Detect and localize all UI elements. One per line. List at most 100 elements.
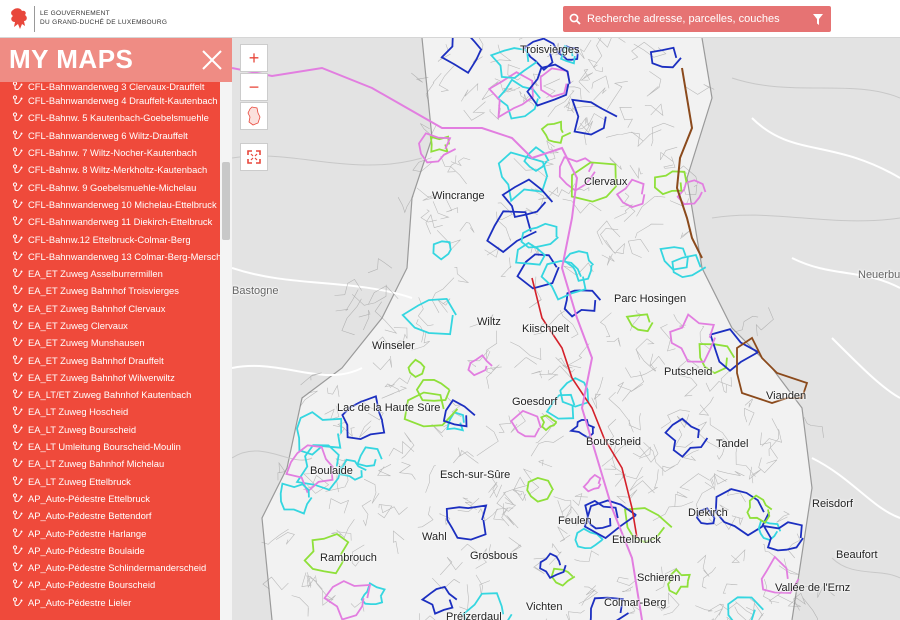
- walking-route-icon: [12, 233, 23, 243]
- zoom-out-button[interactable]: −: [240, 73, 268, 101]
- app-header: Le Gouvernement du Grand-Duché de Luxemb…: [0, 0, 900, 38]
- list-item[interactable]: AP_Auto-Pédestre Harlange: [0, 524, 220, 541]
- zoom-in-button[interactable]: +: [240, 44, 268, 72]
- walking-route-icon: [12, 130, 23, 139]
- country-extent-button[interactable]: [240, 102, 268, 130]
- list-item[interactable]: CFL-Bahnwanderweg 3 Clervaux-Drauffelt: [0, 82, 220, 92]
- fullscreen-button[interactable]: [240, 143, 268, 171]
- panel-scrollbar[interactable]: [220, 82, 232, 620]
- list-item[interactable]: AP_Auto-Pédestre Ettelbruck: [0, 490, 220, 507]
- government-logo-text: Le Gouvernement du Grand-Duché de Luxemb…: [40, 9, 167, 27]
- place-label: Boulaide: [310, 465, 353, 477]
- place-label: Vallée de l'Ernz: [775, 582, 851, 594]
- list-item-label: EA_LT/ET Zuweg Bahnhof Kautenbach: [28, 389, 192, 401]
- list-item-label: EA_ET Zuweg Bahnhof Clervaux: [28, 302, 166, 314]
- list-item[interactable]: EA_ET Zuweg Bahnhof Drauffelt: [0, 351, 220, 368]
- list-item[interactable]: CFL-Bahnwanderweg 10 Michelau-Ettelbruck: [0, 196, 220, 213]
- list-item[interactable]: EA_ET Zuweg Bahnhof Clervaux: [0, 300, 220, 317]
- walking-route-icon: [12, 199, 23, 208]
- walking-route-icon: [12, 82, 23, 91]
- list-item-label: EA_LT Zuweg Hoscheid: [28, 406, 129, 418]
- list-item[interactable]: AP_Auto-Pédestre Bourscheid: [0, 576, 220, 593]
- list-item[interactable]: EA_ET Zuweg Bahnhof Wilwerwiltz: [0, 369, 220, 386]
- list-item-label: EA_LT Zuweg Bahnhof Michelau: [28, 458, 165, 470]
- place-label: Winseler: [372, 340, 415, 352]
- list-item[interactable]: AP_Auto-Pédestre Lieler: [0, 594, 220, 611]
- place-label: Esch-sur-Sûre: [440, 469, 511, 481]
- list-item[interactable]: CFL-Bahnw. 8 Wiltz-Merkholtz-Kautenbach: [0, 161, 220, 178]
- list-item[interactable]: EA_LT/ET Zuweg Bahnhof Kautenbach: [0, 386, 220, 403]
- walking-route-icon: [12, 424, 23, 433]
- walking-route-icon: [12, 320, 23, 330]
- place-label: Vichten: [526, 601, 563, 613]
- place-label: Kiischpelt: [522, 323, 570, 335]
- map-canvas[interactable]: Troisvierges Clervaux Wincrange Neuerburg Ba…: [232, 38, 900, 620]
- lion-logo-icon[interactable]: [8, 6, 30, 32]
- close-icon[interactable]: [201, 49, 223, 71]
- list-item[interactable]: CFL-Bahnw. 5 Kautenbach-Goebelsmuehle: [0, 109, 220, 126]
- place-label: Colmar-Berg: [604, 597, 667, 609]
- list-item-label: AP_Auto-Pédestre Lieler: [28, 596, 132, 608]
- logo-line-1: Le Gouvernement: [40, 10, 110, 17]
- list-item[interactable]: AP_Auto-Pédestre Schlindermanderscheid: [0, 559, 220, 576]
- logo-divider: [34, 6, 35, 32]
- walking-route-icon: [12, 147, 23, 157]
- place-label: Grosbous: [470, 550, 518, 562]
- walking-route-icon: [12, 476, 23, 485]
- list-item[interactable]: CFL-Bahnwanderweg 11 Diekirch-Ettelbruck: [0, 213, 220, 230]
- list-item-label: EA_ET Zuweg Clervaux: [28, 320, 128, 331]
- list-item[interactable]: EA_LT Zuweg Ettelbruck: [0, 473, 220, 490]
- place-label: Bourscheid: [586, 436, 642, 448]
- search-icon[interactable]: [563, 6, 587, 32]
- scrollbar-thumb[interactable]: [222, 162, 230, 240]
- list-item[interactable]: EA_ET Zuweg Asselburrermillen: [0, 265, 220, 282]
- list-item-label: CFL-Bahnw. 5 Kautenbach-Goebelsmuehle: [28, 112, 209, 124]
- list-item[interactable]: AP_Auto-Pédestre Boulaide: [0, 542, 220, 559]
- search-input[interactable]: [587, 7, 805, 31]
- panel-title: MY MAPS: [9, 44, 134, 74]
- list-item[interactable]: CFL-Bahnwanderweg 6 Wiltz-Drauffelt: [0, 127, 220, 144]
- walking-route-icon: [12, 458, 23, 468]
- list-item[interactable]: EA_LT Zuweg Bahnhof Michelau: [0, 455, 220, 472]
- walking-route-icon: [12, 597, 23, 606]
- walking-route-icon: [12, 95, 23, 105]
- place-label: Wincrange: [432, 190, 485, 202]
- list-item[interactable]: EA_LT Zuweg Hoscheid: [0, 403, 220, 420]
- terrain-stroke: [341, 298, 362, 336]
- list-item-label: CFL-Bahnw. 8 Wiltz-Merkholtz-Kautenbach: [28, 164, 208, 176]
- list-item-label: EA_ET Zuweg Bahnhof Troisvierges: [28, 285, 179, 297]
- list-item[interactable]: EA_ET Zuweg Munshausen: [0, 334, 220, 351]
- place-label: Reisdorf: [812, 498, 853, 510]
- place-label: Lac de la Haute Sûre: [337, 402, 441, 414]
- list-item[interactable]: EA_LT Zuweg Bourscheid: [0, 421, 220, 438]
- place-label: Beaufort: [836, 549, 878, 561]
- place-label: Préizerdaul: [446, 611, 502, 620]
- list-item[interactable]: EA_LT Umleitung Bourscheid-Moulin: [0, 438, 220, 455]
- list-item[interactable]: EA_ET Zuweg Bahnhof Troisvierges: [0, 282, 220, 299]
- place-label: Wiltz: [477, 316, 501, 328]
- place-label: Rambrouch: [320, 552, 377, 564]
- walking-route-icon: [12, 441, 23, 451]
- list-item[interactable]: CFL-Bahnwanderweg 4 Drauffelt-Kautenbach: [0, 92, 220, 109]
- list-item-label: CFL-Bahnwanderweg 4 Drauffelt-Kautenbach: [28, 95, 218, 107]
- list-item-label: CFL-Bahnwanderweg 10 Michelau-Ettelbruck: [28, 198, 217, 210]
- list-item[interactable]: CFL-Bahnw. 7 Wiltz-Nocher-Kautenbach: [0, 144, 220, 161]
- place-label: Parc Hosingen: [614, 293, 687, 305]
- list-item-label: CFL-Bahnw. 9 Goebelsmuehle-Michelau: [28, 181, 197, 193]
- list-item[interactable]: CFL-Bahnwanderweg 13 Colmar-Berg-Mersch: [0, 248, 220, 265]
- place-label: Ettelbruck: [612, 534, 661, 546]
- terrain-stroke: [803, 417, 824, 438]
- terrain-stroke: [335, 289, 359, 312]
- layer-list: CFL-Bahnwanderweg 3 Clervaux-Drauffelt CF…: [0, 82, 220, 620]
- list-item[interactable]: EA_ET Zuweg Clervaux: [0, 317, 220, 334]
- list-item[interactable]: CFL-Bahnw.12 Ettelbruck-Colmar-Berg: [0, 230, 220, 247]
- walking-route-icon: [12, 285, 23, 295]
- filter-icon[interactable]: [805, 6, 831, 32]
- list-item-label: CFL-Bahnwanderweg 11 Diekirch-Ettelbruck: [28, 216, 213, 228]
- walking-route-icon: [12, 389, 23, 399]
- list-item[interactable]: CFL-Bahnw. 9 Goebelsmuehle-Michelau: [0, 178, 220, 195]
- list-item-label: EA_LT Zuweg Bourscheid: [28, 423, 137, 435]
- walking-route-icon: [12, 337, 23, 347]
- list-item-label: EA_ET Zuweg Bahnhof Wilwerwiltz: [28, 371, 175, 383]
- list-item[interactable]: AP_Auto-Pédestre Bettendorf: [0, 507, 220, 524]
